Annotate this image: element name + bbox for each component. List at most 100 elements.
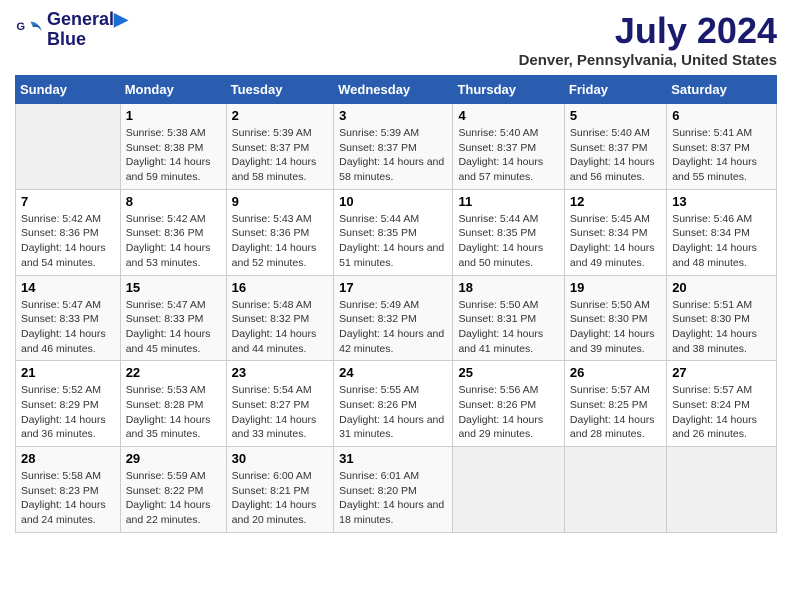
day-info: Sunrise: 5:54 AMSunset: 8:27 PMDaylight:… [232, 383, 329, 442]
calendar-body: 1Sunrise: 5:38 AMSunset: 8:38 PMDaylight… [16, 104, 777, 533]
day-cell: 4Sunrise: 5:40 AMSunset: 8:37 PMDaylight… [453, 104, 564, 190]
day-cell: 10 Sunrise: 5:44 AMSunset: 8:35 PMDayligh… [334, 189, 453, 275]
day-number: 22 [126, 365, 221, 380]
day-cell [16, 104, 121, 190]
day-number: 24 [339, 365, 447, 380]
day-number: 29 [126, 451, 221, 466]
day-number: 1 [126, 108, 221, 123]
day-info: Sunrise: 5:42 AMSunset: 8:36 PMDaylight:… [126, 212, 221, 271]
day-info: Sunrise: 6:01 AMSunset: 8:20 PMDaylight:… [339, 469, 447, 528]
day-cell: 6 Sunrise: 5:41 AMSunset: 8:37 PMDaylight… [667, 104, 777, 190]
day-number: 4 [458, 108, 558, 123]
day-number: 6 [672, 108, 771, 123]
day-info: Sunrise: 5:50 AMSunset: 8:31 PMDaylight:… [458, 298, 558, 357]
day-number: 28 [21, 451, 115, 466]
header-cell-saturday: Saturday [667, 76, 777, 104]
header: G General▶ Blue July 2024 Denver, Pennsy… [15, 10, 777, 69]
day-info: Sunrise: 5:39 AMSunset: 8:37 PMDaylight:… [339, 126, 447, 185]
day-cell: 25 Sunrise: 5:56 AMSunset: 8:26 PMDayligh… [453, 361, 564, 447]
day-cell: 27Sunrise: 5:57 AMSunset: 8:24 PMDayligh… [667, 361, 777, 447]
day-info: Sunrise: 5:58 AMSunset: 8:23 PMDaylight:… [21, 469, 115, 528]
day-number: 19 [570, 280, 661, 295]
header-cell-monday: Monday [120, 76, 226, 104]
day-number: 2 [232, 108, 329, 123]
day-number: 16 [232, 280, 329, 295]
day-number: 25 [458, 365, 558, 380]
logo-text: General▶ Blue [47, 10, 128, 50]
day-info: Sunrise: 5:44 AMSunset: 8:35 PMDaylight:… [339, 212, 447, 271]
day-cell [667, 447, 777, 533]
day-number: 13 [672, 194, 771, 209]
day-info: Sunrise: 5:44 AMSunset: 8:35 PMDaylight:… [458, 212, 558, 271]
day-number: 5 [570, 108, 661, 123]
day-cell: 19 Sunrise: 5:50 AMSunset: 8:30 PMDayligh… [564, 275, 666, 361]
header-cell-tuesday: Tuesday [226, 76, 334, 104]
day-info: Sunrise: 5:56 AMSunset: 8:26 PMDaylight:… [458, 383, 558, 442]
day-info: Sunrise: 5:55 AMSunset: 8:26 PMDaylight:… [339, 383, 447, 442]
day-cell: 8 Sunrise: 5:42 AMSunset: 8:36 PMDaylight… [120, 189, 226, 275]
day-cell [453, 447, 564, 533]
day-cell: 24 Sunrise: 5:55 AMSunset: 8:26 PMDayligh… [334, 361, 453, 447]
day-number: 12 [570, 194, 661, 209]
day-info: Sunrise: 5:42 AMSunset: 8:36 PMDaylight:… [21, 212, 115, 271]
calendar-table: SundayMondayTuesdayWednesdayThursdayFrid… [15, 75, 777, 533]
day-number: 30 [232, 451, 329, 466]
day-cell: 3 Sunrise: 5:39 AMSunset: 8:37 PMDaylight… [334, 104, 453, 190]
day-number: 15 [126, 280, 221, 295]
header-row: SundayMondayTuesdayWednesdayThursdayFrid… [16, 76, 777, 104]
day-info: Sunrise: 5:49 AMSunset: 8:32 PMDaylight:… [339, 298, 447, 357]
day-cell: 11 Sunrise: 5:44 AMSunset: 8:35 PMDayligh… [453, 189, 564, 275]
day-info: Sunrise: 5:39 AMSunset: 8:37 PMDaylight:… [232, 126, 329, 185]
day-number: 11 [458, 194, 558, 209]
day-cell: 17 Sunrise: 5:49 AMSunset: 8:32 PMDayligh… [334, 275, 453, 361]
calendar-header: SundayMondayTuesdayWednesdayThursdayFrid… [16, 76, 777, 104]
day-number: 10 [339, 194, 447, 209]
day-info: Sunrise: 5:43 AMSunset: 8:36 PMDaylight:… [232, 212, 329, 271]
day-number: 8 [126, 194, 221, 209]
week-row-2: 7 Sunrise: 5:42 AMSunset: 8:36 PMDaylight… [16, 189, 777, 275]
svg-text:G: G [16, 21, 25, 33]
day-number: 20 [672, 280, 771, 295]
day-info: Sunrise: 5:48 AMSunset: 8:32 PMDaylight:… [232, 298, 329, 357]
day-info: Sunrise: 5:50 AMSunset: 8:30 PMDaylight:… [570, 298, 661, 357]
day-info: Sunrise: 6:00 AMSunset: 8:21 PMDaylight:… [232, 469, 329, 528]
day-number: 18 [458, 280, 558, 295]
day-info: Sunrise: 5:41 AMSunset: 8:37 PMDaylight:… [672, 126, 771, 185]
day-cell: 20Sunrise: 5:51 AMSunset: 8:30 PMDayligh… [667, 275, 777, 361]
day-number: 14 [21, 280, 115, 295]
day-number: 31 [339, 451, 447, 466]
day-info: Sunrise: 5:57 AMSunset: 8:25 PMDaylight:… [570, 383, 661, 442]
day-cell: 7 Sunrise: 5:42 AMSunset: 8:36 PMDaylight… [16, 189, 121, 275]
title-area: July 2024 Denver, Pennsylvania, United S… [519, 10, 777, 69]
day-cell: 22 Sunrise: 5:53 AMSunset: 8:28 PMDayligh… [120, 361, 226, 447]
header-cell-thursday: Thursday [453, 76, 564, 104]
header-cell-sunday: Sunday [16, 76, 121, 104]
day-cell: 21 Sunrise: 5:52 AMSunset: 8:29 PMDayligh… [16, 361, 121, 447]
day-info: Sunrise: 5:52 AMSunset: 8:29 PMDaylight:… [21, 383, 115, 442]
header-cell-friday: Friday [564, 76, 666, 104]
day-cell: 12 Sunrise: 5:45 AMSunset: 8:34 PMDayligh… [564, 189, 666, 275]
day-cell [564, 447, 666, 533]
day-info: Sunrise: 5:40 AMSunset: 8:37 PMDaylight:… [570, 126, 661, 185]
day-cell: 5 Sunrise: 5:40 AMSunset: 8:37 PMDaylight… [564, 104, 666, 190]
logo: G General▶ Blue [15, 10, 128, 50]
location-subtitle: Denver, Pennsylvania, United States [519, 52, 777, 69]
day-cell: 15 Sunrise: 5:47 AMSunset: 8:33 PMDayligh… [120, 275, 226, 361]
week-row-3: 14 Sunrise: 5:47 AMSunset: 8:33 PMDayligh… [16, 275, 777, 361]
day-cell: 16 Sunrise: 5:48 AMSunset: 8:32 PMDayligh… [226, 275, 334, 361]
day-cell: 14 Sunrise: 5:47 AMSunset: 8:33 PMDayligh… [16, 275, 121, 361]
day-cell: 30 Sunrise: 6:00 AMSunset: 8:21 PMDayligh… [226, 447, 334, 533]
header-cell-wednesday: Wednesday [334, 76, 453, 104]
day-info: Sunrise: 5:57 AMSunset: 8:24 PMDaylight:… [672, 383, 771, 442]
day-number: 3 [339, 108, 447, 123]
day-info: Sunrise: 5:53 AMSunset: 8:28 PMDaylight:… [126, 383, 221, 442]
day-number: 17 [339, 280, 447, 295]
day-number: 7 [21, 194, 115, 209]
day-info: Sunrise: 5:59 AMSunset: 8:22 PMDaylight:… [126, 469, 221, 528]
day-number: 26 [570, 365, 661, 380]
day-cell: 1Sunrise: 5:38 AMSunset: 8:38 PMDaylight… [120, 104, 226, 190]
day-number: 21 [21, 365, 115, 380]
day-info: Sunrise: 5:47 AMSunset: 8:33 PMDaylight:… [126, 298, 221, 357]
day-info: Sunrise: 5:47 AMSunset: 8:33 PMDaylight:… [21, 298, 115, 357]
day-info: Sunrise: 5:45 AMSunset: 8:34 PMDaylight:… [570, 212, 661, 271]
